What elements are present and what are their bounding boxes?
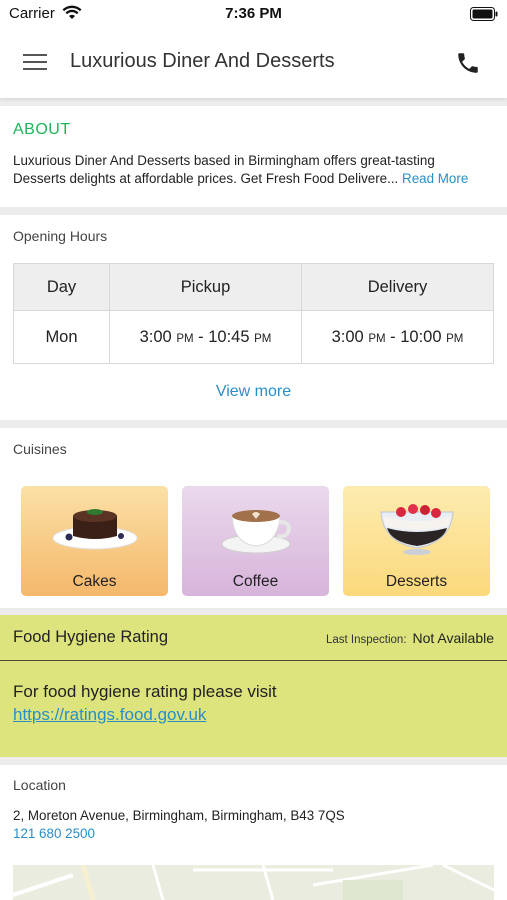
view-more-link[interactable]: View more (0, 383, 507, 401)
location-title: Location (13, 777, 66, 793)
opening-hours-table: Day Pickup Delivery Mon 3:00 PM - 10:45 … (13, 263, 494, 364)
day-cell: Mon (13, 310, 110, 364)
column-header-pickup: Pickup (109, 263, 302, 311)
delivery-start: 3:00 (331, 327, 364, 346)
about-heading: ABOUT (13, 121, 71, 138)
last-inspection-value: Not Available (412, 630, 494, 646)
food-hygiene-text: For food hygiene rating please visit (13, 682, 277, 701)
cuisines-title: Cuisines (13, 441, 67, 457)
table-header-row: Day Pickup Delivery (13, 263, 494, 311)
delivery-end: 10:00 (400, 327, 442, 346)
last-inspection: Last Inspection: Not Available (326, 630, 494, 646)
about-section: ABOUT Luxurious Diner And Desserts based… (0, 106, 507, 207)
dessert-bowl-image (380, 504, 454, 555)
phone-icon[interactable] (455, 50, 481, 76)
pickup-end-ampm: PM (254, 332, 272, 345)
food-hygiene-header: Food Hygiene Rating Last Inspection: Not … (0, 615, 507, 661)
page-title: Luxurious Diner And Desserts (70, 50, 335, 72)
status-bar: Carrier 7:36 PM (0, 0, 507, 28)
food-hygiene-link[interactable]: https://ratings.food.gov.uk (13, 705, 206, 725)
location-map[interactable] (13, 865, 494, 900)
pickup-start: 3:00 (139, 327, 172, 346)
opening-hours-section: Opening Hours Day Pickup Delivery Mon 3:… (0, 215, 507, 420)
about-line-2: Desserts delights at affordable prices. … (13, 171, 399, 186)
table-row: Mon 3:00 PM - 10:45 PM 3:00 PM - 10:00 P… (13, 310, 494, 364)
read-more-link[interactable]: Read More (402, 171, 468, 186)
food-hygiene-title: Food Hygiene Rating (13, 628, 169, 646)
cuisine-label: Coffee (232, 573, 279, 590)
delivery-end-ampm: PM (446, 332, 464, 345)
about-line-2-wrap: Desserts delights at affordable prices. … (13, 170, 498, 188)
location-section: Location 2, Moreton Avenue, Birmingham, … (0, 765, 507, 900)
last-inspection-label: Last Inspection: (325, 634, 407, 646)
cuisine-tile-coffee[interactable]: Coffee (182, 486, 329, 596)
delivery-start-ampm: PM (368, 332, 386, 345)
cuisine-label: Cakes (72, 573, 117, 590)
pickup-end: 10:45 (208, 327, 250, 346)
food-hygiene-section: Food Hygiene Rating Last Inspection: Not … (0, 615, 507, 757)
delivery-hours-cell: 3:00 PM - 10:00 PM (301, 310, 494, 364)
cuisine-label: Desserts (385, 573, 448, 590)
cuisine-tile-cakes[interactable]: Cakes (21, 486, 168, 596)
pickup-hours-cell: 3:00 PM - 10:45 PM (109, 310, 302, 364)
cuisines-section: Cuisines Cakes Coffee Desserts (0, 428, 507, 608)
opening-hours-title: Opening Hours (13, 228, 108, 244)
chocolate-cake-image (52, 509, 138, 550)
address-text: 2, Moreton Avenue, Birmingham, Birmingha… (13, 808, 345, 823)
cuisine-tile-desserts[interactable]: Desserts (343, 486, 490, 596)
about-description: Luxurious Diner And Desserts based in Bi… (13, 152, 498, 188)
about-line-1: Luxurious Diner And Desserts based in Bi… (13, 153, 435, 168)
clock: 7:36 PM (225, 5, 282, 22)
hamburger-menu-icon[interactable] (22, 50, 48, 74)
pickup-start-ampm: PM (176, 332, 194, 345)
coffee-cup-image (221, 510, 291, 554)
app-header: Luxurious Diner And Desserts (0, 28, 507, 98)
column-header-day: Day (13, 263, 110, 311)
phone-number-link[interactable]: 121 680 2500 (13, 826, 95, 841)
battery-icon (470, 7, 498, 21)
column-header-delivery: Delivery (301, 263, 494, 311)
